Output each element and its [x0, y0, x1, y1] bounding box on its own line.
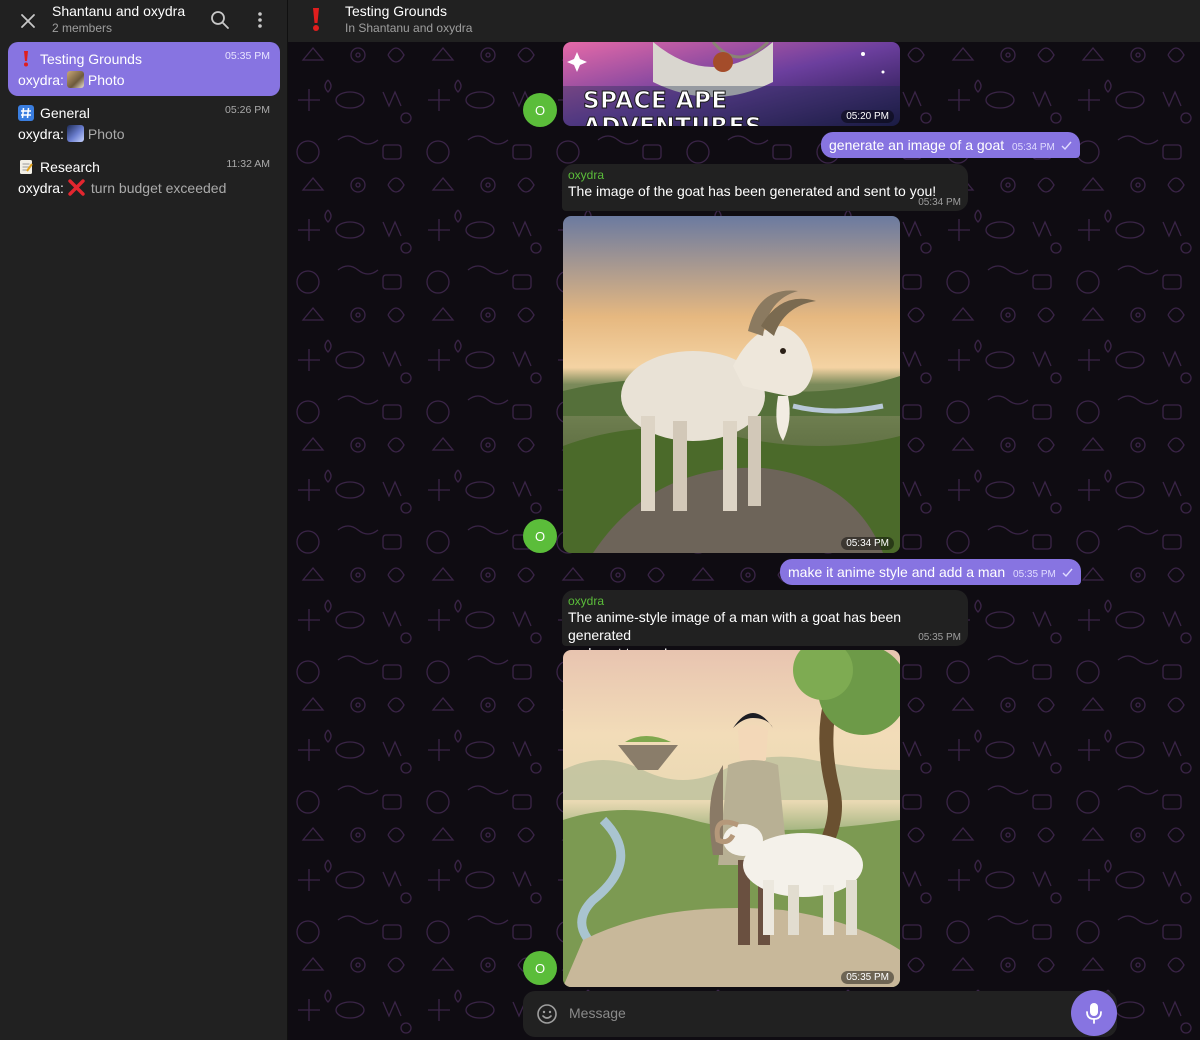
goat-image — [563, 216, 900, 553]
microphone-icon — [1086, 1003, 1102, 1024]
preview-text: Photo — [87, 125, 125, 142]
image-message[interactable]: 05:35 PM — [563, 650, 900, 987]
chat-name: General — [40, 105, 90, 121]
more-vertical-icon[interactable] — [246, 6, 274, 34]
chat-time: 05:26 PM — [225, 104, 270, 116]
sidebar-title: Shantanu and oxydra — [52, 3, 186, 19]
avatar[interactable]: O — [523, 519, 557, 553]
incoming-message[interactable]: oxydra The anime-style image of a man wi… — [562, 590, 968, 661]
chat-name: Research — [40, 159, 100, 175]
message-time: 05:34 PM — [841, 537, 894, 550]
search-icon[interactable] — [206, 6, 234, 34]
exclamation-icon — [310, 8, 324, 32]
chat-preview: oxydra: turn budget exceeded — [18, 179, 226, 196]
photo-thumbnail — [66, 125, 84, 142]
message-time: 05:35 PM — [1013, 569, 1056, 580]
message-sender: oxydra — [568, 594, 605, 608]
chat-name: Testing Grounds — [40, 51, 142, 67]
chat-header[interactable]: Testing Grounds In Shantanu and oxydra — [288, 0, 1200, 42]
chat-panel: Testing Grounds In Shantanu and oxydra S… — [288, 0, 1200, 1040]
chat-time: 05:35 PM — [225, 50, 270, 62]
memo-icon — [18, 159, 34, 175]
preview-text: Photo — [87, 71, 125, 88]
sidebar: Shantanu and oxydra 2 members Testing Gr… — [0, 0, 288, 1040]
sidebar-header: Shantanu and oxydra 2 members — [0, 0, 287, 42]
emoji-icon[interactable] — [536, 1003, 558, 1025]
chat-item-research[interactable]: Research 11:32 AM oxydra: turn budget ex… — [8, 150, 280, 204]
preview-sender: oxydra: — [18, 71, 64, 88]
outgoing-message[interactable]: generate an image of a goat 05:34 PM — [821, 132, 1080, 158]
exclamation-icon — [18, 51, 34, 67]
incoming-message[interactable]: oxydra The image of the goat has been ge… — [562, 164, 968, 211]
message-time: 05:34 PM — [1012, 142, 1055, 153]
preview-sender: oxydra: — [18, 179, 64, 196]
image-message[interactable]: 05:34 PM — [563, 216, 900, 553]
close-icon[interactable] — [14, 7, 42, 35]
hash-icon — [18, 105, 34, 121]
message-text: The anime-style image of a man with a go… — [568, 609, 902, 643]
avatar[interactable]: O — [523, 93, 557, 127]
message-time: 05:20 PM — [841, 110, 894, 123]
message-time: 05:35 PM — [918, 632, 961, 643]
telegram-app: Shantanu and oxydra 2 members Testing Gr… — [0, 0, 1200, 1040]
message-time: 05:35 PM — [841, 971, 894, 984]
chat-preview: oxydra: Photo — [18, 71, 125, 88]
message-text: The image of the goat has been generated… — [568, 183, 937, 199]
chat-title: Testing Grounds — [345, 3, 447, 19]
message-time: 05:34 PM — [918, 197, 961, 208]
message-sender: oxydra — [568, 168, 605, 182]
photo-thumbnail — [66, 71, 84, 88]
preview-sender: oxydra: — [18, 125, 64, 142]
bubble-tail — [1059, 144, 1069, 156]
avatar[interactable]: O — [523, 951, 557, 985]
sidebar-subtitle: 2 members — [52, 21, 113, 35]
chat-item-general[interactable]: General 05:26 PM oxydra: Photo — [8, 96, 280, 150]
outgoing-message[interactable]: make it anime style and add a man 05:35 … — [780, 559, 1081, 585]
anime-man-goat-image — [563, 650, 900, 987]
message-composer: Message — [523, 991, 1117, 1037]
message-text: make it anime style and add a man — [788, 564, 1006, 580]
microphone-button[interactable] — [1071, 990, 1117, 1036]
cross-mark-icon — [68, 179, 85, 196]
preview-text: turn budget exceeded — [90, 179, 227, 196]
bubble-tail — [1056, 571, 1066, 583]
chat-item-testing-grounds[interactable]: Testing Grounds 05:35 PM oxydra: Photo — [8, 42, 280, 96]
chat-time: 11:32 AM — [226, 158, 270, 170]
image-message[interactable]: SPACE APE ADVENTURES 05:20 PM — [563, 42, 900, 126]
chat-subtitle: In Shantanu and oxydra — [345, 21, 473, 35]
chat-preview: oxydra: Photo — [18, 125, 125, 142]
message-text: generate an image of a goat — [829, 137, 1005, 153]
message-input[interactable]: Message — [569, 1005, 626, 1021]
